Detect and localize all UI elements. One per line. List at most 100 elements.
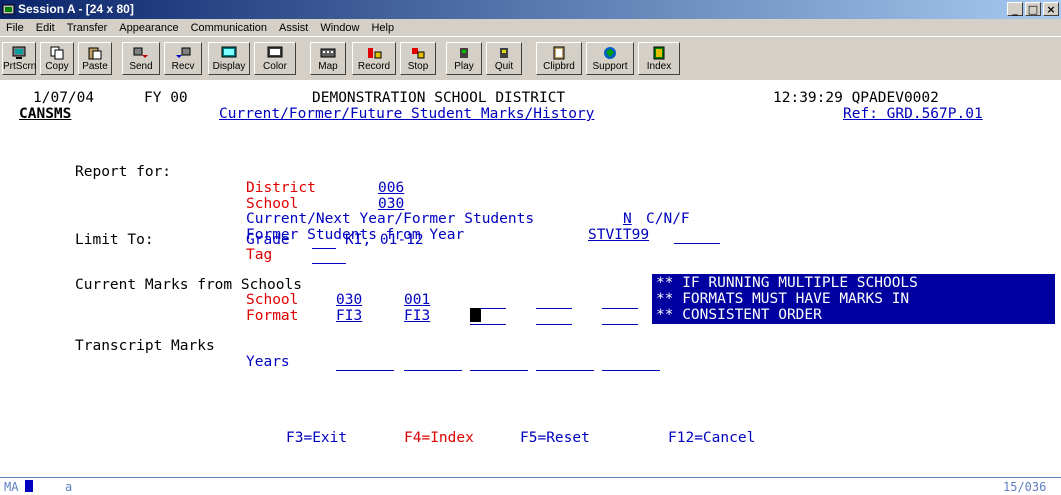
cm-format-label: Format — [246, 308, 299, 324]
warning-line-1: ** IF RUNNING MULTIPLE SCHOOLS — [656, 275, 918, 291]
copy-icon — [50, 46, 64, 60]
menu-bar: File Edit Transfer Appearance Communicat… — [0, 19, 1061, 36]
current-marks-label: Current Marks from Schools — [75, 277, 302, 293]
status-divider — [0, 477, 1061, 478]
time-and-device: 12:39:29 QPADEV0002 — [773, 90, 939, 106]
paste-icon — [88, 47, 102, 60]
cm-school-5[interactable] — [602, 292, 638, 309]
tag-field[interactable] — [312, 247, 346, 264]
f12-cancel[interactable]: F12=Cancel — [668, 430, 755, 446]
play-button[interactable]: Play — [446, 42, 482, 75]
map-icon — [320, 48, 336, 58]
year-field-4[interactable] — [536, 354, 594, 371]
menu-help[interactable]: Help — [365, 22, 400, 34]
window-title-bar[interactable]: Session A - [24 x 80] _ □ × — [0, 0, 1061, 19]
record-button[interactable]: Record — [352, 42, 396, 75]
school-label: School — [246, 196, 299, 212]
year-field-1[interactable] — [336, 354, 394, 371]
program-name: CANSMS — [19, 106, 72, 122]
menu-communication[interactable]: Communication — [185, 22, 273, 34]
students-label: Current/Next Year/Former Students — [246, 211, 535, 227]
district-field[interactable]: 006 — [378, 180, 404, 196]
support-icon — [604, 47, 616, 59]
students-options: C/N/F — [646, 211, 690, 227]
menu-transfer[interactable]: Transfer — [61, 22, 114, 34]
recv-button[interactable]: Recv — [164, 42, 202, 75]
screen-date: 1/07/04 — [33, 90, 95, 106]
status-bar: MA a 15/036 — [0, 477, 1061, 494]
toolbar: PrtScrn Copy Paste Send Recv Display Col… — [0, 36, 1061, 81]
send-button[interactable]: Send — [122, 42, 160, 75]
menu-edit[interactable]: Edit — [30, 22, 61, 34]
years-label: Years — [246, 354, 290, 370]
district-label: District — [246, 180, 316, 196]
stop-icon — [412, 48, 425, 59]
app-icon — [2, 4, 15, 15]
f4-index[interactable]: F4=Index — [404, 430, 474, 446]
clipbrd-button[interactable]: Clipbrd — [536, 42, 582, 75]
cm-format-1[interactable]: FI3 — [336, 308, 362, 324]
screen-title: Current/Former/Future Student Marks/Hist… — [219, 106, 595, 122]
school-field[interactable]: 030 — [378, 196, 404, 212]
cm-school-2[interactable]: 001 — [404, 292, 430, 308]
minimize-button[interactable]: _ — [1007, 2, 1023, 16]
prtscrn-button[interactable]: PrtScrn — [2, 42, 36, 75]
map-button[interactable]: Map — [310, 42, 346, 75]
index-icon — [653, 46, 665, 60]
screen-ref: Ref: GRD.567P.01 — [843, 106, 983, 122]
display-icon — [221, 46, 237, 58]
index-button[interactable]: Index — [638, 42, 680, 75]
clipboard-icon — [553, 46, 565, 60]
year-field-2[interactable] — [404, 354, 462, 371]
menu-window[interactable]: Window — [314, 22, 365, 34]
grade-hint: KI, 01-12 — [345, 232, 424, 248]
warning-line-3: ** CONSISTENT ORDER — [656, 307, 822, 323]
stop-button[interactable]: Stop — [400, 42, 436, 75]
district-name: DEMONSTRATION SCHOOL DISTRICT — [312, 90, 566, 106]
cm-school-4[interactable] — [536, 292, 572, 309]
tag-label: Tag — [246, 247, 273, 263]
cm-format-5[interactable] — [602, 308, 638, 325]
cm-format-2[interactable]: FI3 — [404, 308, 430, 324]
support-button[interactable]: Support — [586, 42, 634, 75]
fiscal-year: FY 00 — [144, 90, 188, 106]
cm-format-4[interactable] — [536, 308, 572, 325]
display-button[interactable]: Display — [208, 42, 250, 75]
year-field-3[interactable] — [470, 354, 528, 371]
terminal-screen[interactable]: 1/07/04 FY 00 DEMONSTRATION SCHOOL DISTR… — [0, 80, 1061, 477]
f3-exit[interactable]: F3=Exit — [286, 430, 347, 446]
menu-assist[interactable]: Assist — [273, 22, 314, 34]
cm-school-3[interactable] — [470, 292, 506, 309]
play-icon — [460, 48, 468, 58]
close-button[interactable]: × — [1043, 2, 1059, 16]
color-button[interactable]: Color — [254, 42, 296, 75]
send-icon — [133, 47, 148, 58]
cursor-position: 15/036 — [1003, 480, 1047, 494]
f5-reset[interactable]: F5=Reset — [520, 430, 590, 446]
window-title: Session A - [24 x 80] — [18, 2, 134, 16]
multi-school-warning: ** IF RUNNING MULTIPLE SCHOOLS ** FORMAT… — [652, 274, 1055, 324]
status-mode: MA — [4, 480, 19, 494]
record-icon — [368, 48, 382, 59]
grade-label: Grade — [246, 232, 290, 248]
menu-appearance[interactable]: Appearance — [113, 22, 184, 34]
paste-button[interactable]: Paste — [78, 42, 112, 75]
printer-screen-icon — [12, 46, 26, 59]
receive-icon — [176, 47, 191, 58]
year-field-5[interactable] — [602, 354, 660, 371]
limit-to-label: Limit To: — [75, 232, 154, 248]
warning-line-2: ** FORMATS MUST HAVE MARKS IN — [656, 291, 910, 307]
menu-file[interactable]: File — [0, 22, 30, 34]
quit-icon — [500, 48, 508, 58]
color-icon — [267, 46, 283, 58]
former-year-field-pad[interactable] — [674, 227, 720, 244]
cm-school-1[interactable]: 030 — [336, 292, 362, 308]
maximize-button[interactable]: □ — [1025, 2, 1041, 16]
status-block — [25, 480, 33, 492]
copy-button[interactable]: Copy — [40, 42, 74, 75]
cm-school-label: School — [246, 292, 299, 308]
status-indicator: a — [65, 480, 73, 494]
quit-button[interactable]: Quit — [486, 42, 522, 75]
former-year-field[interactable]: STVIT99 — [588, 227, 649, 243]
students-field[interactable]: N — [623, 211, 632, 227]
